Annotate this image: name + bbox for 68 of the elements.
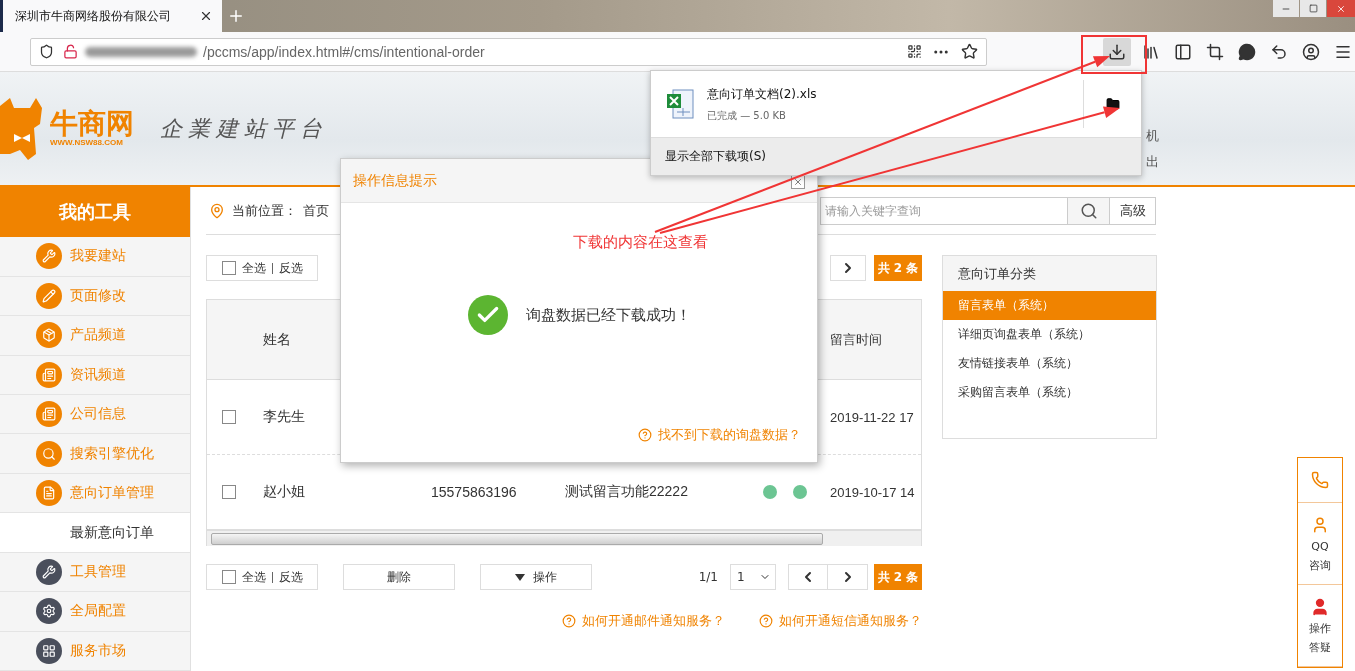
search-button[interactable] — [1068, 196, 1110, 225]
brand-domain: WWW.NSW88.COM — [50, 138, 124, 147]
browser-tab[interactable]: 深圳市牛商网络股份有限公司 — [0, 0, 222, 32]
show-all-downloads-button[interactable]: 显示全部下载项(S) — [651, 138, 1141, 175]
category-item[interactable]: 采购留言表单（系统） — [943, 378, 1156, 407]
category-item[interactable]: 友情链接表单（系统） — [943, 349, 1156, 378]
close-icon — [793, 177, 803, 187]
success-check-icon — [467, 295, 508, 335]
contact-label[interactable]: QQ — [1311, 539, 1329, 556]
dialog-title: 操作信息提示 — [353, 171, 437, 190]
invert-link[interactable]: 反选 — [279, 259, 303, 277]
checkbox[interactable] — [222, 261, 236, 275]
next-page-button[interactable] — [830, 255, 866, 281]
scrollbar[interactable] — [207, 530, 921, 546]
column-header: 姓名 — [262, 330, 292, 349]
slogan: 企業建站平台 — [160, 114, 328, 143]
search-field[interactable]: 请输入关键字查询 — [820, 196, 1068, 225]
table-cell-text: 2019-10-17 14 — [829, 484, 916, 500]
column-header: 留言时间 — [829, 330, 883, 349]
header-link[interactable]: 出 — [1146, 152, 1159, 171]
table-cell-text: 15575863196 — [430, 484, 518, 500]
address-bar[interactable]: /pccms/app/index.html#/cms/intentional-order — [30, 37, 987, 66]
contact-label[interactable]: 答疑 — [1309, 639, 1331, 656]
table-cell-text: 李先生 — [262, 408, 306, 426]
search-icon — [1079, 201, 1098, 220]
breadcrumb-link[interactable]: 首页 — [303, 201, 329, 220]
tab-title: 深圳市牛商网络股份有限公司 — [15, 7, 171, 25]
page-info: 1/1 — [698, 570, 718, 584]
help-icon — [638, 428, 652, 442]
checkbox[interactable] — [222, 485, 236, 499]
total-count: 共 2 条 — [874, 564, 922, 590]
page-select[interactable]: 1 — [730, 564, 776, 590]
location-pin-icon — [208, 201, 226, 220]
invert-link[interactable]: 反选 — [279, 568, 303, 586]
contact-label[interactable]: 咨询 — [1309, 557, 1331, 574]
highlight-frame — [1081, 35, 1147, 74]
delete-button[interactable]: 删除 — [343, 564, 455, 590]
breadcrumb-label: 当前位置： — [232, 201, 297, 220]
action-button[interactable]: 操作 — [480, 564, 592, 590]
checkbox[interactable] — [222, 410, 236, 424]
category-title: 意向订单分类 — [943, 256, 1156, 291]
prev-page-button[interactable] — [788, 564, 828, 590]
sidebar-title: 我的工具 — [0, 187, 190, 238]
contact-label[interactable]: 操作 — [1309, 621, 1331, 638]
table-cell-text: 赵小姐 — [262, 483, 306, 501]
next-page-button[interactable] — [828, 564, 868, 590]
brand-name: 牛商网 — [50, 110, 134, 138]
table-cell-text: 2019-11-22 17 — [829, 409, 915, 425]
total-count: 共 2 条 — [874, 255, 922, 281]
help-icon — [562, 614, 576, 628]
url-text: /pccms/app/index.html#/cms/intentional-order — [203, 43, 486, 60]
help-icon — [759, 614, 773, 628]
caret-icon — [515, 573, 525, 581]
sidebar-subitem[interactable]: 最新意向订单 — [0, 513, 190, 553]
advanced-button[interactable]: 高级 — [1110, 196, 1156, 225]
table-cell-text: 测试留言功能22222 — [564, 483, 689, 501]
success-message: 询盘数据已经下载成功！ — [525, 305, 691, 325]
category-item[interactable]: 详细页询盘表单（系统） — [943, 320, 1156, 349]
header-link[interactable]: 机 — [1146, 126, 1159, 145]
annotation-text: 下载的内容在这查看 — [573, 233, 708, 252]
download-icon[interactable] — [1103, 37, 1131, 66]
checkbox[interactable] — [222, 570, 236, 584]
download-status: 已完成 — 5.0 KB — [707, 108, 787, 123]
select-all-link[interactable]: 全选 — [242, 259, 266, 277]
file-name: 意向订单文档(2).xls — [707, 85, 817, 103]
spreadsheet-file-icon — [665, 88, 695, 120]
restore-icon[interactable] — [1300, 0, 1326, 17]
select-all-link[interactable]: 全选 — [242, 568, 266, 586]
